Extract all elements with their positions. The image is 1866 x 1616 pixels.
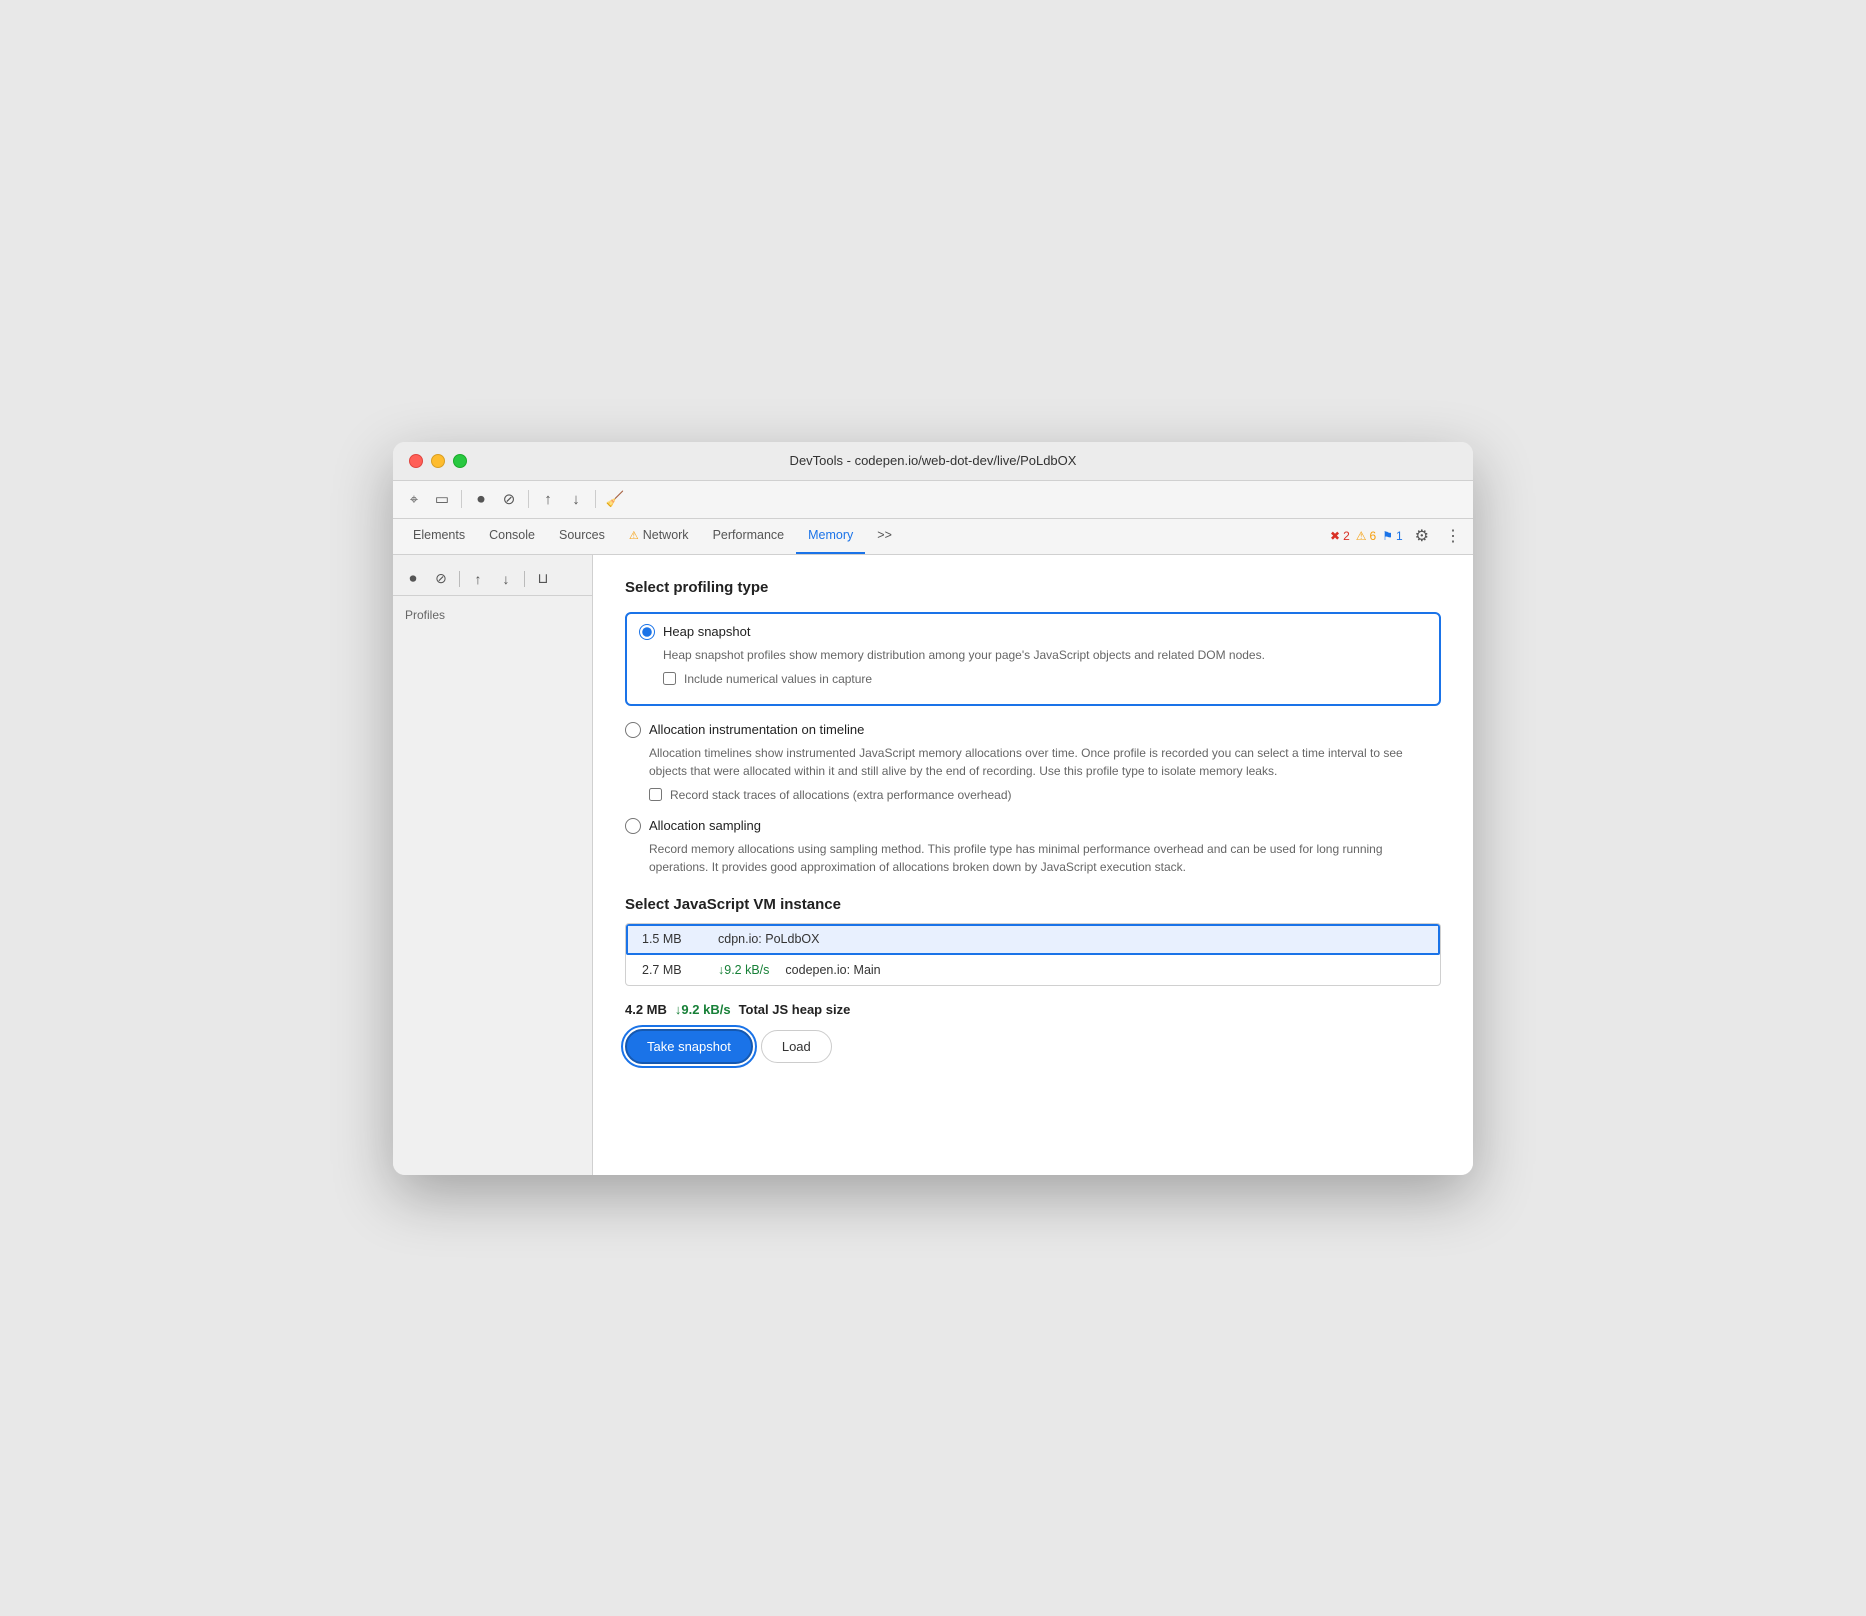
heap-snapshot-checkbox-row: Include numerical values in capture [663, 672, 1427, 686]
allocation-sampling-label: Allocation sampling [649, 818, 761, 833]
circle-icon[interactable]: ⏺ [468, 486, 494, 512]
more-options-icon[interactable]: ⋮ [1441, 522, 1465, 550]
sidebar-sep-2 [524, 571, 525, 587]
upload-icon[interactable]: ↑ [535, 486, 561, 512]
action-buttons: Take snapshot Load [625, 1029, 1441, 1064]
allocation-timeline-radio-row: Allocation instrumentation on timeline [625, 722, 1441, 738]
info-badge: ⚑ 1 [1382, 529, 1402, 543]
vm-row-1[interactable]: 1.5 MB cdpn.io: PoLdbOX [626, 924, 1440, 955]
vm2-rate: ↓9.2 kB/s [718, 963, 769, 977]
vm1-name: cdpn.io: PoLdbOX [718, 932, 819, 946]
top-toolbar: ⌖ ▭ ⏺ ⊘ ↑ ↓ 🧹 [393, 481, 1473, 519]
close-button[interactable] [409, 454, 423, 468]
traffic-lights [409, 454, 467, 468]
vm1-size: 1.5 MB [642, 932, 702, 946]
heap-snapshot-label: Heap snapshot [663, 624, 750, 639]
allocation-timeline-desc: Allocation timelines show instrumented J… [649, 744, 1441, 780]
download-icon[interactable]: ↓ [563, 486, 589, 512]
sidebar-clear-icon[interactable]: ⊔ [531, 567, 555, 591]
warning-icon: ⚠ [1356, 529, 1367, 543]
sidebar-profiles-label: Profiles [393, 604, 592, 630]
main-layout: ⏺ ⊘ ↑ ↓ ⊔ Profiles Select profiling type… [393, 555, 1473, 1175]
sidebar: ⏺ ⊘ ↑ ↓ ⊔ Profiles [393, 555, 593, 1175]
clear-icon[interactable]: 🧹 [602, 486, 628, 512]
sidebar-download-icon[interactable]: ↓ [494, 567, 518, 591]
heap-snapshot-option: Heap snapshot Heap snapshot profiles sho… [625, 612, 1441, 706]
total-size: 4.2 MB [625, 1002, 667, 1017]
vm-row-2[interactable]: 2.7 MB ↓9.2 kB/s codepen.io: Main [626, 955, 1440, 985]
toolbar-separator-1 [461, 490, 462, 508]
device-icon[interactable]: ▭ [429, 486, 455, 512]
tab-sources[interactable]: Sources [547, 519, 617, 554]
settings-icon[interactable]: ⚙ [1411, 522, 1433, 550]
vm-table: 1.5 MB cdpn.io: PoLdbOX 2.7 MB ↓9.2 kB/s… [625, 923, 1441, 986]
heap-snapshot-radio[interactable] [639, 624, 655, 640]
allocation-sampling-desc: Record memory allocations using sampling… [649, 840, 1441, 876]
total-label: Total JS heap size [739, 1002, 851, 1017]
profiling-section-title: Select profiling type [625, 579, 1441, 596]
block-icon[interactable]: ⊘ [496, 486, 522, 512]
allocation-sampling-radio-row: Allocation sampling [625, 818, 1441, 834]
content-area: Select profiling type Heap snapshot Heap… [593, 555, 1473, 1175]
allocation-timeline-option: Allocation instrumentation on timeline A… [625, 722, 1441, 802]
devtools-window: DevTools - codepen.io/web-dot-dev/live/P… [393, 442, 1473, 1175]
stack-traces-checkbox-row: Record stack traces of allocations (extr… [649, 788, 1441, 802]
error-icon: ✖ [1330, 529, 1340, 543]
toolbar-separator-3 [595, 490, 596, 508]
tab-performance[interactable]: Performance [701, 519, 797, 554]
allocation-sampling-option: Allocation sampling Record memory alloca… [625, 818, 1441, 876]
stop-icon[interactable]: ⊘ [429, 567, 453, 591]
include-numerical-label: Include numerical values in capture [684, 672, 872, 686]
info-icon: ⚑ [1382, 529, 1393, 543]
window-title: DevTools - codepen.io/web-dot-dev/live/P… [790, 453, 1077, 468]
tab-memory[interactable]: Memory [796, 519, 865, 554]
allocation-timeline-radio[interactable] [625, 722, 641, 738]
tab-elements[interactable]: Elements [401, 519, 477, 554]
sidebar-sep-1 [459, 571, 460, 587]
network-warning-icon: ⚠ [629, 529, 639, 542]
stack-traces-label: Record stack traces of allocations (extr… [670, 788, 1012, 802]
allocation-sampling-radio[interactable] [625, 818, 641, 834]
minimize-button[interactable] [431, 454, 445, 468]
vm2-name: codepen.io: Main [785, 963, 880, 977]
include-numerical-checkbox[interactable] [663, 672, 676, 685]
nav-tabs: Elements Console Sources ⚠ Network Perfo… [393, 519, 1473, 555]
sidebar-upload-icon[interactable]: ↑ [466, 567, 490, 591]
heap-snapshot-radio-row: Heap snapshot [639, 624, 1427, 640]
record-icon[interactable]: ⏺ [401, 567, 425, 591]
load-button[interactable]: Load [761, 1030, 832, 1063]
heap-snapshot-desc: Heap snapshot profiles show memory distr… [663, 646, 1427, 664]
title-bar: DevTools - codepen.io/web-dot-dev/live/P… [393, 442, 1473, 481]
warning-badge: ⚠ 6 [1356, 529, 1376, 543]
stack-traces-checkbox[interactable] [649, 788, 662, 801]
error-badge: ✖ 2 [1330, 529, 1350, 543]
take-snapshot-button[interactable]: Take snapshot [625, 1029, 753, 1064]
footer-stats: 4.2 MB ↓9.2 kB/s Total JS heap size [625, 1002, 1441, 1017]
vm-section-title: Select JavaScript VM instance [625, 896, 1441, 913]
cursor-icon[interactable]: ⌖ [401, 486, 427, 512]
maximize-button[interactable] [453, 454, 467, 468]
vm2-size: 2.7 MB [642, 963, 702, 977]
badge-group: ✖ 2 ⚠ 6 ⚑ 1 [1330, 529, 1403, 543]
tab-network[interactable]: ⚠ Network [617, 519, 701, 554]
nav-right: ✖ 2 ⚠ 6 ⚑ 1 ⚙ ⋮ [1330, 519, 1465, 554]
allocation-timeline-label: Allocation instrumentation on timeline [649, 722, 864, 737]
total-rate: ↓9.2 kB/s [675, 1002, 731, 1017]
sidebar-toolbar: ⏺ ⊘ ↑ ↓ ⊔ [393, 563, 592, 596]
tab-console[interactable]: Console [477, 519, 547, 554]
toolbar-separator-2 [528, 490, 529, 508]
tab-overflow[interactable]: >> [865, 519, 904, 554]
